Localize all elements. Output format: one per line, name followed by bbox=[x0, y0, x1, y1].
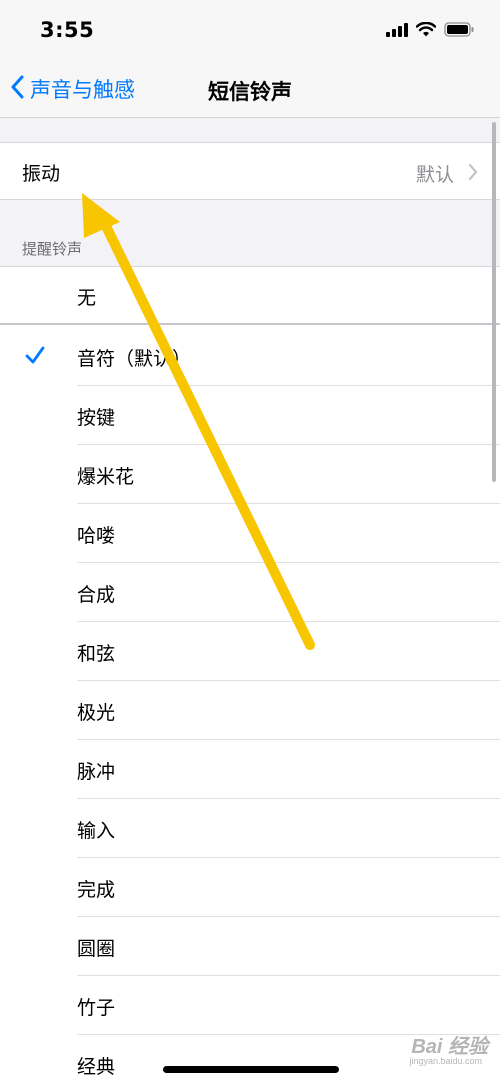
row-separator bbox=[77, 562, 500, 563]
tone-row[interactable]: 按键 bbox=[0, 387, 500, 445]
list-divider bbox=[0, 323, 500, 325]
tone-label: 音符（默认） bbox=[77, 348, 192, 370]
tone-row[interactable]: 极光 bbox=[0, 682, 500, 740]
chevron-right-icon bbox=[468, 163, 478, 185]
status-bar: 3:55 bbox=[0, 0, 500, 62]
tone-row[interactable]: 圆圈 bbox=[0, 918, 500, 976]
tone-row[interactable]: 完成 bbox=[0, 859, 500, 917]
row-separator bbox=[77, 916, 500, 917]
row-separator bbox=[77, 503, 500, 504]
tone-row[interactable]: 竹子 bbox=[0, 977, 500, 1035]
vibration-row[interactable]: 振动 默认 bbox=[0, 142, 500, 200]
tone-label: 哈喽 bbox=[77, 525, 116, 547]
row-separator bbox=[77, 444, 500, 445]
tone-label: 竹子 bbox=[77, 997, 116, 1019]
tone-label: 极光 bbox=[77, 702, 116, 724]
vibration-value: 默认 bbox=[415, 164, 454, 186]
tone-label: 经典 bbox=[77, 1056, 116, 1078]
tone-row[interactable]: 爆米花 bbox=[0, 446, 500, 504]
tone-label: 爆米花 bbox=[77, 466, 135, 488]
battery-icon bbox=[444, 22, 474, 37]
tone-row[interactable]: 哈喽 bbox=[0, 505, 500, 563]
row-separator bbox=[77, 798, 500, 799]
tone-label: 和弦 bbox=[77, 643, 116, 665]
vibration-label: 振动 bbox=[22, 163, 61, 185]
tone-label: 输入 bbox=[77, 820, 116, 842]
row-separator bbox=[77, 857, 500, 858]
tone-row-none[interactable]: 无 bbox=[0, 267, 500, 325]
tone-row[interactable]: 输入 bbox=[0, 800, 500, 858]
alert-tone-list: 无 音符（默认） 按键 爆米花 哈喽 合成 和弦 极光 脉冲 输入 完成 圆圈 … bbox=[0, 266, 500, 1084]
watermark-url: jingyan.baidu.com bbox=[409, 1056, 482, 1066]
cellular-signal-icon bbox=[386, 22, 408, 37]
row-separator bbox=[77, 975, 500, 976]
tone-row-selected[interactable]: 音符（默认） bbox=[0, 328, 500, 386]
checkmark-icon bbox=[24, 344, 46, 370]
scrollbar[interactable] bbox=[492, 122, 496, 482]
tone-row[interactable]: 合成 bbox=[0, 564, 500, 622]
tone-row[interactable]: 和弦 bbox=[0, 623, 500, 681]
tone-label: 圆圈 bbox=[77, 938, 116, 960]
wifi-icon bbox=[416, 22, 436, 37]
row-separator bbox=[77, 739, 500, 740]
page-title-text: 短信铃声 bbox=[208, 80, 292, 104]
watermark: Bai 经验 jingyan.baidu.com bbox=[409, 1030, 488, 1066]
tone-row[interactable]: 脉冲 bbox=[0, 741, 500, 799]
home-indicator[interactable] bbox=[163, 1066, 339, 1073]
watermark-brand: Bai 经验 bbox=[411, 1036, 488, 1058]
row-separator bbox=[77, 680, 500, 681]
tone-label: 无 bbox=[77, 287, 97, 309]
row-separator bbox=[77, 385, 500, 386]
section-header-alert-tones: 提醒铃声 bbox=[22, 240, 83, 258]
status-icons bbox=[386, 22, 474, 37]
status-time: 3:55 bbox=[40, 18, 95, 42]
tone-label: 按键 bbox=[77, 407, 116, 429]
tone-label: 合成 bbox=[77, 584, 116, 606]
page-title: 短信铃声 bbox=[0, 76, 500, 106]
navigation-bar: 声音与触感 短信铃声 bbox=[0, 62, 500, 118]
tone-label: 完成 bbox=[77, 879, 116, 901]
row-separator bbox=[77, 621, 500, 622]
tone-label: 脉冲 bbox=[77, 761, 116, 783]
